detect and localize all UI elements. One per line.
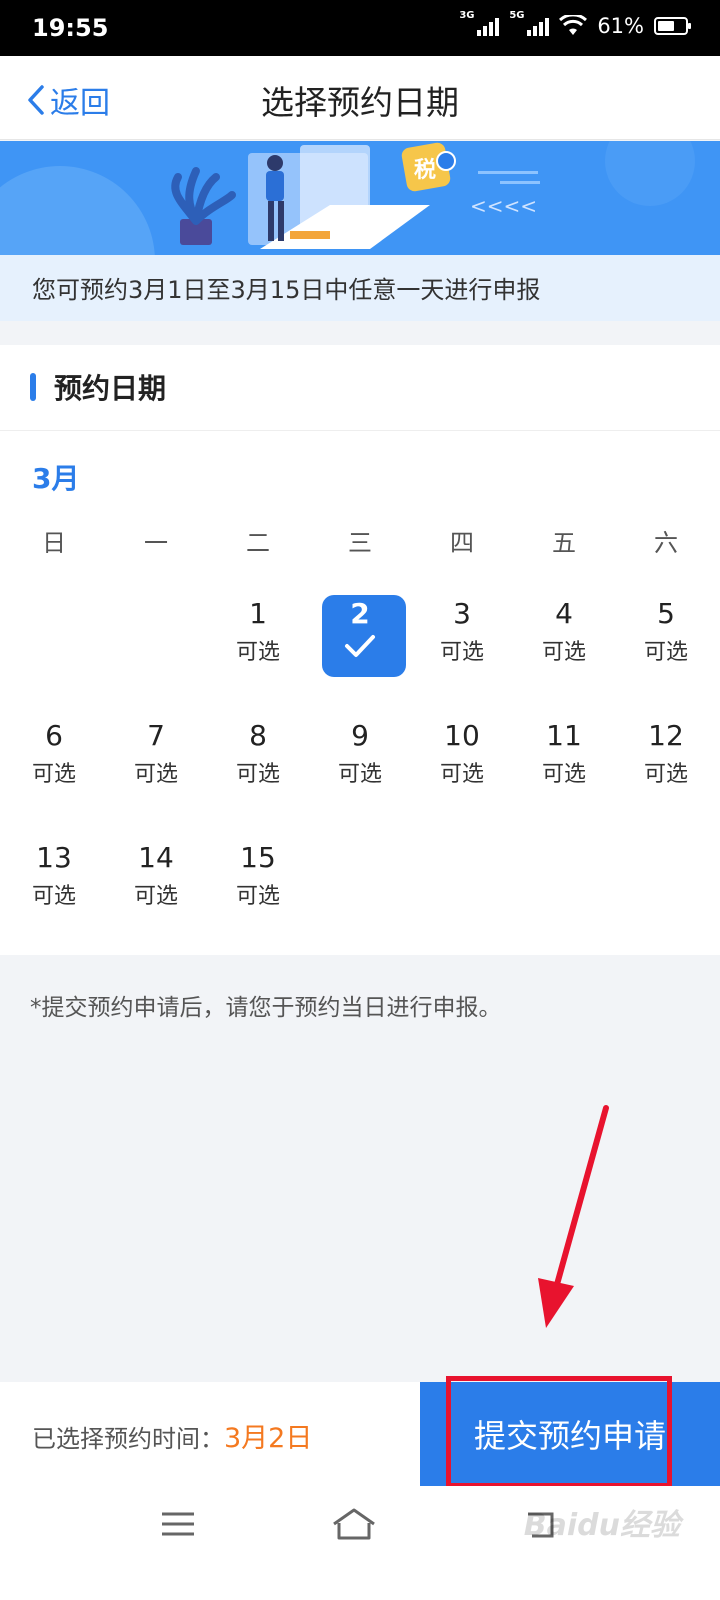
- calendar-day-14[interactable]: 14 可选: [105, 837, 207, 959]
- calendar-empty-cell: [105, 593, 207, 715]
- booking-notice: 您可预约3月1日至3月15日中任意一天进行申报: [0, 255, 720, 321]
- calendar-day-3[interactable]: 3 可选: [411, 593, 513, 715]
- bottom-action-bar: 已选择预约时间：3月2日 提交预约申请: [0, 1382, 720, 1486]
- calendar-day-8[interactable]: 8 可选: [207, 715, 309, 837]
- wifi-icon: [559, 15, 588, 35]
- calendar-day-15[interactable]: 15 可选: [207, 837, 309, 959]
- weekday-header: 日 一 二 三 四 五 六: [3, 523, 717, 558]
- weekday-label: 日: [42, 529, 66, 557]
- month-label: 3月: [32, 462, 80, 495]
- section-accent-bar: [30, 373, 36, 401]
- watermark-logo: Baidu经验: [523, 1508, 680, 1543]
- section-title: 预约日期: [54, 372, 167, 405]
- calendar-day-10[interactable]: 10 可选: [411, 715, 513, 837]
- nav-bar: 返回 选择预约日期: [0, 56, 720, 140]
- calendar-day-5[interactable]: 5 可选: [615, 593, 717, 715]
- battery-percent: 61%: [597, 14, 644, 38]
- calendar-day-1[interactable]: 1 可选: [207, 593, 309, 715]
- weekday-label: 一: [144, 529, 168, 557]
- status-time: 19:55: [32, 14, 109, 42]
- weekday-label: 六: [654, 529, 678, 557]
- signal-3g-icon: 3G: [459, 10, 500, 36]
- signal-5g-icon: 5G: [509, 10, 550, 36]
- section-header: 预约日期: [0, 345, 720, 431]
- calendar-grid: 1 可选 2 3 可选 4 可选 5 可选 6 可选 7 可选 8 可选 9 可选 10 可选 1…: [3, 593, 717, 959]
- status-bar: 19:55 3G 5G 61%: [0, 0, 720, 56]
- status-icons: 3G 5G 61%: [459, 10, 691, 38]
- submit-booking-button[interactable]: 提交预约申请: [420, 1382, 720, 1486]
- calendar-day-11[interactable]: 11 可选: [513, 715, 615, 837]
- battery-icon: [654, 17, 691, 35]
- selected-time: 已选择预约时间：3月2日: [32, 1416, 312, 1455]
- tax-badge: 税: [414, 157, 436, 183]
- weekday-label: 五: [552, 529, 576, 557]
- calendar-day-9[interactable]: 9 可选: [309, 715, 411, 837]
- calendar-day-13[interactable]: 13 可选: [3, 837, 105, 959]
- banner-illustration: 税 <<<<: [0, 141, 720, 255]
- check-icon: [345, 635, 375, 657]
- calendar-empty-cell: [3, 593, 105, 715]
- calendar-day-6[interactable]: 6 可选: [3, 715, 105, 837]
- page-title: 选择预约日期: [261, 83, 459, 122]
- calendar-day-7[interactable]: 7 可选: [105, 715, 207, 837]
- date-section: 预约日期 3月 日 一 二 三 四 五 六 1 可选 2 3 可选 4 可选 5 可选 …: [0, 345, 720, 955]
- menu-icon[interactable]: [160, 1506, 196, 1542]
- calendar-day-12[interactable]: 12 可选: [615, 715, 717, 837]
- calendar-day-4[interactable]: 4 可选: [513, 593, 615, 715]
- banner-arrows: <<<<: [470, 194, 537, 218]
- weekday-label: 二: [246, 529, 270, 557]
- calendar-day-2-selected[interactable]: 2: [309, 593, 411, 715]
- weekday-label: 四: [450, 529, 474, 557]
- selected-time-label: 已选择预约时间：: [32, 1425, 224, 1453]
- footnote: *提交预约申请后，请您于预约当日进行申报。: [30, 995, 502, 1021]
- home-icon[interactable]: [330, 1506, 378, 1542]
- weekday-label: 三: [348, 529, 372, 557]
- selected-time-value: 3月2日: [224, 1423, 313, 1454]
